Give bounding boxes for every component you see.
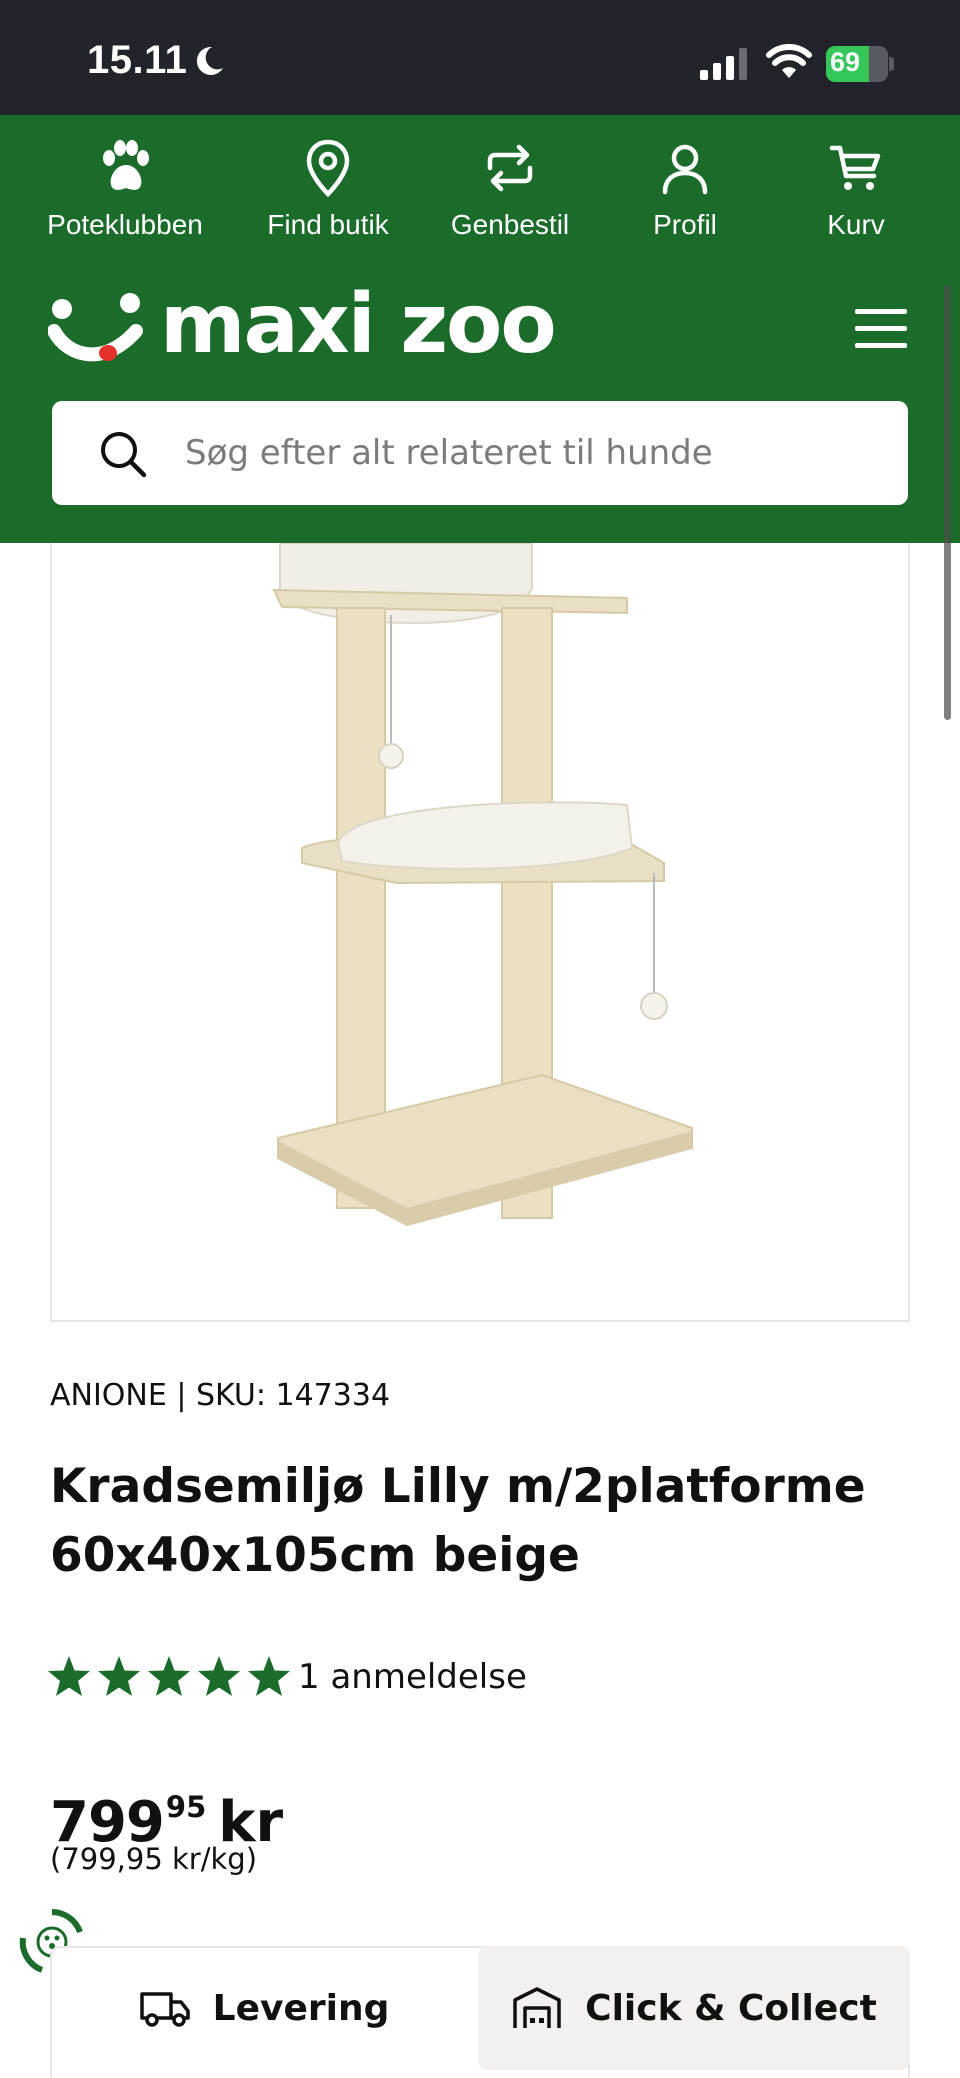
wifi-icon [766, 44, 812, 78]
site-header: Poteklubben Find butik Genbestil Profil [0, 115, 960, 543]
delivery-tabs: Levering Click & Collect [50, 1946, 910, 2078]
nav-genbestil[interactable]: Genbestil [425, 137, 595, 241]
status-bar: 15.11 69 [0, 0, 960, 115]
tab-levering[interactable]: Levering [50, 1946, 478, 2070]
reorder-icon [487, 144, 533, 192]
nav-poteklubben[interactable]: Poteklubben [40, 137, 210, 241]
price-cents: 95 [165, 1790, 207, 1824]
delivery-truck-icon [139, 1992, 190, 2027]
page-scrollbar[interactable] [944, 285, 951, 720]
logo-face-icon [48, 293, 143, 362]
tab-label: Click & Collect [585, 1987, 877, 2029]
nav-kurv[interactable]: Kurv [771, 137, 941, 241]
product-image-frame[interactable] [50, 543, 910, 1322]
star-icon [248, 1656, 290, 1696]
moon-icon [196, 46, 223, 75]
search-bar[interactable] [52, 401, 908, 505]
product-title: Kradsemiljø Lilly m/2platforme 60x40x105… [50, 1459, 866, 1583]
star-icon [148, 1656, 190, 1696]
status-time: 15.11 [87, 38, 188, 82]
rating-stars [48, 1656, 290, 1696]
paw-icon [103, 140, 149, 190]
nav-label: Find butik [267, 209, 389, 240]
star-icon [98, 1656, 140, 1696]
search-icon[interactable] [98, 429, 148, 479]
nav-find-butik[interactable]: Find butik [243, 137, 413, 241]
brand-sku-line: ANIONE | SKU: 147334 [50, 1378, 391, 1413]
search-input[interactable] [185, 426, 885, 480]
star-icon [198, 1656, 240, 1696]
logo-text: maxi zoo [160, 277, 557, 372]
nav-profil[interactable]: Profil [600, 137, 770, 241]
review-count-link[interactable]: 1 anmeldelse [298, 1657, 527, 1697]
location-pin-icon [306, 139, 350, 198]
star-icon [48, 1656, 90, 1696]
product-image[interactable] [52, 543, 910, 1322]
hamburger-menu-icon[interactable] [855, 307, 907, 351]
nav-label: Poteklubben [47, 209, 203, 240]
unit-price: (799,95 kr/kg) [50, 1842, 258, 1876]
battery-percent: 69 [830, 47, 861, 77]
user-icon [662, 144, 708, 195]
tab-label: Levering [212, 1987, 390, 2029]
tab-click-collect[interactable]: Click & Collect [478, 1946, 910, 2070]
signal-icon [700, 48, 747, 80]
nav-label: Genbestil [450, 209, 570, 240]
maxi-zoo-logo[interactable]: maxi zoo [48, 277, 568, 375]
nav-label: Profil [653, 209, 717, 240]
battery-indicator: 69 [826, 46, 894, 82]
nav-label: Kurv [827, 209, 885, 240]
cart-icon [829, 145, 881, 190]
store-icon [513, 1987, 561, 2028]
